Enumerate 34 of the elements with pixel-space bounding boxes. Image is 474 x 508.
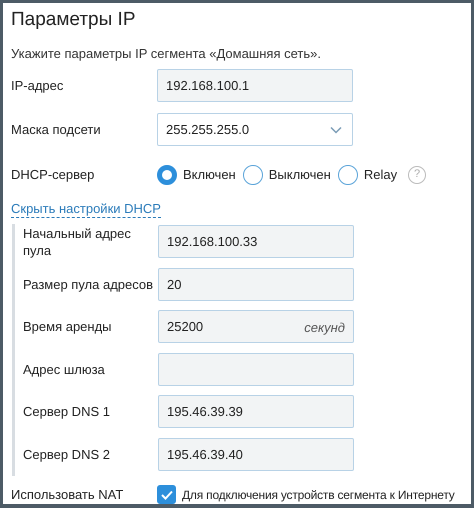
input-field[interactable]: 192.168.100.33 (158, 225, 354, 258)
input-field[interactable]: 195.46.39.40 (158, 438, 354, 471)
radio-option[interactable]: Выключен (242, 164, 331, 184)
toggle-link[interactable]: Скрыть настройки DHCP (11, 201, 161, 218)
field-label: IP-адрес (11, 77, 64, 94)
field-label: DHCP-сервер (11, 166, 96, 183)
radio-label: Выключен (268, 166, 331, 184)
field-label: Адрес шлюза (23, 360, 106, 378)
input-field[interactable]: 195.46.39.39 (158, 395, 354, 428)
input-field[interactable] (158, 352, 354, 386)
chevron-down-icon (330, 126, 342, 134)
field-label: Размер пула адресов (23, 276, 154, 293)
field-label: Использовать NAT (11, 486, 124, 504)
checkbox[interactable] (157, 485, 176, 504)
field-label: Маска подсети (11, 121, 102, 138)
field-label: Сервер DNS 1 (23, 403, 111, 420)
unit-label: секунд (304, 319, 345, 338)
description-text: Укажите параметры IP сегмента «Домашняя сеть». (11, 45, 322, 63)
radio-label: Relay (364, 166, 398, 184)
select-field[interactable]: 255.255.255.0 (157, 113, 353, 146)
checkbox-label: Для подключения устройств сегмента к Интернету (182, 486, 455, 504)
field-label: Время аренды (23, 318, 113, 336)
field-label: Начальный адрес пула (23, 224, 132, 258)
input-field[interactable]: 192.168.100.1 (157, 69, 353, 102)
checkmark-icon (160, 490, 172, 500)
radio-option[interactable]: Включен (157, 164, 236, 184)
radio-button[interactable] (338, 164, 358, 184)
input-field[interactable]: 20 (158, 268, 354, 301)
radio-button[interactable] (242, 164, 263, 184)
radio-button[interactable] (157, 164, 177, 184)
field-label: Сервер DNS 2 (23, 446, 111, 463)
radio-option[interactable]: Relay (338, 164, 398, 184)
radio-label: Включен (183, 166, 236, 184)
page-title: Параметры IP (11, 8, 137, 32)
